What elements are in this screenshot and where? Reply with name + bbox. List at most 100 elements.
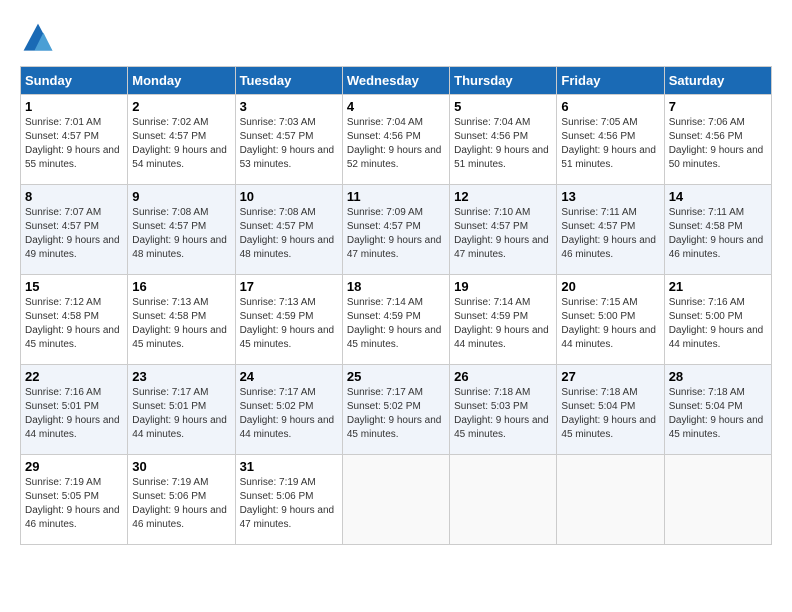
calendar: SundayMondayTuesdayWednesdayThursdayFrid… [20,66,772,545]
calendar-day: 24 Sunrise: 7:17 AMSunset: 5:02 PMDaylig… [235,365,342,455]
day-info: Sunrise: 7:18 AMSunset: 5:03 PMDaylight:… [454,387,549,440]
weekday-header: Tuesday [235,67,342,95]
day-number: 5 [454,99,552,114]
calendar-day: 13 Sunrise: 7:11 AMSunset: 4:57 PMDaylig… [557,185,664,275]
calendar-week: 1 Sunrise: 7:01 AMSunset: 4:57 PMDayligh… [21,95,772,185]
calendar-day: 14 Sunrise: 7:11 AMSunset: 4:58 PMDaylig… [664,185,771,275]
calendar-day: 17 Sunrise: 7:13 AMSunset: 4:59 PMDaylig… [235,275,342,365]
calendar-day: 28 Sunrise: 7:18 AMSunset: 5:04 PMDaylig… [664,365,771,455]
day-info: Sunrise: 7:12 AMSunset: 4:58 PMDaylight:… [25,297,120,350]
logo-icon [20,20,56,56]
day-info: Sunrise: 7:14 AMSunset: 4:59 PMDaylight:… [454,297,549,350]
calendar-day: 9 Sunrise: 7:08 AMSunset: 4:57 PMDayligh… [128,185,235,275]
calendar-day: 21 Sunrise: 7:16 AMSunset: 5:00 PMDaylig… [664,275,771,365]
calendar-day: 5 Sunrise: 7:04 AMSunset: 4:56 PMDayligh… [450,95,557,185]
day-number: 11 [347,189,445,204]
calendar-week: 15 Sunrise: 7:12 AMSunset: 4:58 PMDaylig… [21,275,772,365]
calendar-day: 20 Sunrise: 7:15 AMSunset: 5:00 PMDaylig… [557,275,664,365]
day-number: 23 [132,369,230,384]
calendar-day: 11 Sunrise: 7:09 AMSunset: 4:57 PMDaylig… [342,185,449,275]
empty-day [664,455,771,545]
day-info: Sunrise: 7:17 AMSunset: 5:01 PMDaylight:… [132,387,227,440]
day-info: Sunrise: 7:19 AMSunset: 5:06 PMDaylight:… [240,477,335,530]
calendar-day: 23 Sunrise: 7:17 AMSunset: 5:01 PMDaylig… [128,365,235,455]
day-info: Sunrise: 7:18 AMSunset: 5:04 PMDaylight:… [561,387,656,440]
calendar-day: 27 Sunrise: 7:18 AMSunset: 5:04 PMDaylig… [557,365,664,455]
day-info: Sunrise: 7:15 AMSunset: 5:00 PMDaylight:… [561,297,656,350]
day-info: Sunrise: 7:01 AMSunset: 4:57 PMDaylight:… [25,117,120,170]
day-info: Sunrise: 7:05 AMSunset: 4:56 PMDaylight:… [561,117,656,170]
calendar-week: 8 Sunrise: 7:07 AMSunset: 4:57 PMDayligh… [21,185,772,275]
day-number: 25 [347,369,445,384]
weekday-header: Friday [557,67,664,95]
day-info: Sunrise: 7:08 AMSunset: 4:57 PMDaylight:… [132,207,227,260]
day-number: 12 [454,189,552,204]
day-info: Sunrise: 7:08 AMSunset: 4:57 PMDaylight:… [240,207,335,260]
calendar-day: 10 Sunrise: 7:08 AMSunset: 4:57 PMDaylig… [235,185,342,275]
day-info: Sunrise: 7:02 AMSunset: 4:57 PMDaylight:… [132,117,227,170]
calendar-day: 22 Sunrise: 7:16 AMSunset: 5:01 PMDaylig… [21,365,128,455]
calendar-day: 18 Sunrise: 7:14 AMSunset: 4:59 PMDaylig… [342,275,449,365]
empty-day [342,455,449,545]
day-number: 1 [25,99,123,114]
day-info: Sunrise: 7:17 AMSunset: 5:02 PMDaylight:… [240,387,335,440]
day-info: Sunrise: 7:04 AMSunset: 4:56 PMDaylight:… [454,117,549,170]
day-info: Sunrise: 7:06 AMSunset: 4:56 PMDaylight:… [669,117,764,170]
day-info: Sunrise: 7:09 AMSunset: 4:57 PMDaylight:… [347,207,442,260]
weekday-header: Thursday [450,67,557,95]
day-info: Sunrise: 7:13 AMSunset: 4:59 PMDaylight:… [240,297,335,350]
day-number: 13 [561,189,659,204]
calendar-day: 8 Sunrise: 7:07 AMSunset: 4:57 PMDayligh… [21,185,128,275]
day-info: Sunrise: 7:14 AMSunset: 4:59 PMDaylight:… [347,297,442,350]
day-number: 9 [132,189,230,204]
empty-day [557,455,664,545]
calendar-day: 19 Sunrise: 7:14 AMSunset: 4:59 PMDaylig… [450,275,557,365]
day-info: Sunrise: 7:16 AMSunset: 5:01 PMDaylight:… [25,387,120,440]
calendar-day: 7 Sunrise: 7:06 AMSunset: 4:56 PMDayligh… [664,95,771,185]
calendar-week: 29 Sunrise: 7:19 AMSunset: 5:05 PMDaylig… [21,455,772,545]
day-number: 6 [561,99,659,114]
day-info: Sunrise: 7:11 AMSunset: 4:58 PMDaylight:… [669,207,764,260]
day-info: Sunrise: 7:13 AMSunset: 4:58 PMDaylight:… [132,297,227,350]
calendar-header: SundayMondayTuesdayWednesdayThursdayFrid… [21,67,772,95]
day-number: 10 [240,189,338,204]
calendar-day: 26 Sunrise: 7:18 AMSunset: 5:03 PMDaylig… [450,365,557,455]
day-number: 7 [669,99,767,114]
calendar-day: 16 Sunrise: 7:13 AMSunset: 4:58 PMDaylig… [128,275,235,365]
day-number: 30 [132,459,230,474]
day-number: 19 [454,279,552,294]
day-number: 22 [25,369,123,384]
calendar-day: 30 Sunrise: 7:19 AMSunset: 5:06 PMDaylig… [128,455,235,545]
day-number: 15 [25,279,123,294]
calendar-day: 2 Sunrise: 7:02 AMSunset: 4:57 PMDayligh… [128,95,235,185]
calendar-week: 22 Sunrise: 7:16 AMSunset: 5:01 PMDaylig… [21,365,772,455]
day-number: 31 [240,459,338,474]
weekday-header: Sunday [21,67,128,95]
day-info: Sunrise: 7:03 AMSunset: 4:57 PMDaylight:… [240,117,335,170]
header-row: SundayMondayTuesdayWednesdayThursdayFrid… [21,67,772,95]
day-number: 26 [454,369,552,384]
calendar-day: 1 Sunrise: 7:01 AMSunset: 4:57 PMDayligh… [21,95,128,185]
header [20,20,772,56]
day-number: 21 [669,279,767,294]
day-info: Sunrise: 7:10 AMSunset: 4:57 PMDaylight:… [454,207,549,260]
calendar-day: 31 Sunrise: 7:19 AMSunset: 5:06 PMDaylig… [235,455,342,545]
calendar-day: 4 Sunrise: 7:04 AMSunset: 4:56 PMDayligh… [342,95,449,185]
calendar-day: 6 Sunrise: 7:05 AMSunset: 4:56 PMDayligh… [557,95,664,185]
calendar-day: 25 Sunrise: 7:17 AMSunset: 5:02 PMDaylig… [342,365,449,455]
day-info: Sunrise: 7:16 AMSunset: 5:00 PMDaylight:… [669,297,764,350]
day-number: 28 [669,369,767,384]
day-info: Sunrise: 7:19 AMSunset: 5:06 PMDaylight:… [132,477,227,530]
day-number: 16 [132,279,230,294]
calendar-day: 29 Sunrise: 7:19 AMSunset: 5:05 PMDaylig… [21,455,128,545]
day-number: 27 [561,369,659,384]
day-info: Sunrise: 7:17 AMSunset: 5:02 PMDaylight:… [347,387,442,440]
day-number: 4 [347,99,445,114]
day-number: 14 [669,189,767,204]
calendar-day: 15 Sunrise: 7:12 AMSunset: 4:58 PMDaylig… [21,275,128,365]
weekday-header: Saturday [664,67,771,95]
day-info: Sunrise: 7:04 AMSunset: 4:56 PMDaylight:… [347,117,442,170]
day-number: 29 [25,459,123,474]
weekday-header: Monday [128,67,235,95]
day-info: Sunrise: 7:19 AMSunset: 5:05 PMDaylight:… [25,477,120,530]
